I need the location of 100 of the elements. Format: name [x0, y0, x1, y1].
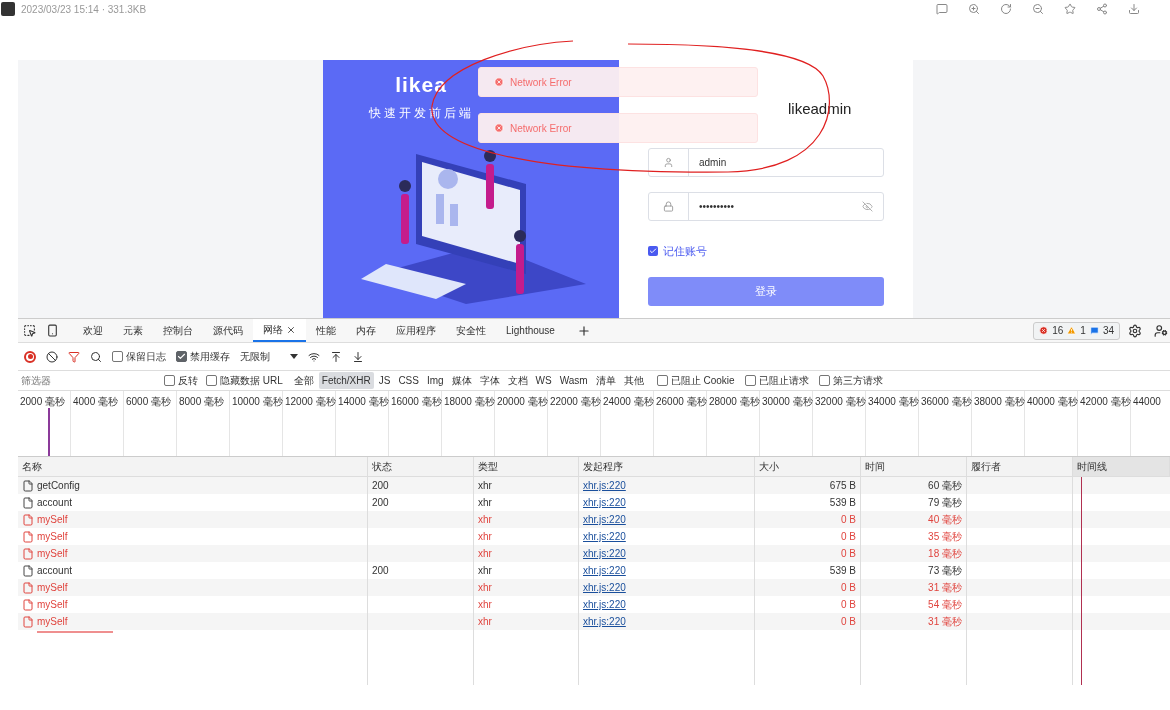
request-name[interactable]: mySelf [37, 580, 68, 595]
type-filter[interactable]: Fetch/XHR [318, 372, 374, 389]
type-filter[interactable]: WS [532, 372, 555, 389]
devtools-tab[interactable]: 元素 [113, 319, 153, 342]
column-header[interactable]: 时间 [865, 459, 885, 474]
request-name[interactable]: account [37, 563, 73, 578]
request-name[interactable]: mySelf [37, 512, 68, 527]
time-tick: 8000 毫秒 [178, 395, 226, 409]
toolbar-icon[interactable] [968, 3, 980, 15]
download-icon[interactable] [352, 350, 364, 363]
settings-icon[interactable] [1128, 323, 1142, 338]
password-field[interactable]: •••••••••• [648, 192, 884, 221]
add-tab-icon[interactable] [576, 323, 591, 338]
type-cell-text: xhr [478, 479, 492, 493]
record-icon[interactable] [24, 350, 36, 363]
column-header[interactable]: 履行者 [971, 459, 1001, 474]
checkbox[interactable] [164, 375, 175, 386]
time-tick: 22000 毫秒 [549, 395, 600, 409]
toolbar-icon[interactable] [1096, 3, 1108, 15]
toolbar-icon[interactable] [936, 3, 948, 15]
column-header[interactable]: 大小 [759, 459, 779, 474]
devtools-tab[interactable]: 控制台 [153, 319, 203, 342]
size-cell-text: 675 B [829, 479, 856, 493]
toolbar-icon[interactable] [1128, 3, 1140, 15]
checkbox[interactable] [744, 375, 756, 386]
checkbox[interactable] [656, 375, 668, 386]
checkbox[interactable] [112, 351, 123, 362]
type-filter[interactable]: 媒体 [448, 372, 475, 389]
upload-icon[interactable] [330, 350, 342, 363]
size-cell-text: 0 B [841, 547, 856, 561]
column-header[interactable]: 类型 [478, 459, 498, 474]
toolbar-icon[interactable] [1000, 3, 1012, 15]
file-icon [22, 547, 34, 560]
checkbox[interactable] [206, 375, 217, 386]
clear-icon[interactable] [46, 350, 58, 363]
lock-icon [663, 201, 674, 212]
search-icon[interactable] [90, 350, 102, 363]
devtools-tab[interactable]: 网络 [253, 319, 306, 342]
initiator-link[interactable]: xhr.js:220 [583, 546, 626, 561]
type-filter[interactable]: 文档 [504, 372, 531, 389]
filter-field[interactable]: 筛选器 [18, 372, 156, 389]
close-icon[interactable] [286, 324, 296, 335]
initiator-link[interactable]: xhr.js:220 [583, 512, 626, 527]
type-filter[interactable]: 字体 [476, 372, 503, 389]
column-header[interactable]: 名称 [22, 459, 42, 474]
time-tick: 42000 毫秒 [1079, 395, 1130, 409]
initiator-link[interactable]: xhr.js:220 [583, 478, 626, 493]
user-icon [663, 157, 674, 168]
type-filter[interactable]: Wasm [556, 372, 591, 389]
remember-checkbox[interactable] [648, 246, 658, 257]
devtools-tab[interactable]: 内存 [346, 319, 386, 342]
initiator-link[interactable]: xhr.js:220 [583, 614, 626, 629]
initiator-link[interactable]: xhr.js:220 [583, 495, 626, 510]
size-cell-text: 0 B [841, 581, 856, 595]
request-name[interactable]: getConfig [37, 478, 80, 493]
time-cell-text: 31 毫秒 [928, 581, 962, 595]
time-tick: 10000 毫秒 [231, 395, 282, 409]
initiator-link[interactable]: xhr.js:220 [583, 563, 626, 578]
type-filter[interactable]: CSS [395, 372, 422, 389]
request-name[interactable]: mySelf [37, 597, 68, 612]
filter-icon[interactable] [68, 350, 80, 363]
column-header[interactable]: 发起程序 [583, 459, 623, 474]
type-filter[interactable]: JS [375, 372, 394, 389]
toolbar-icon[interactable] [1064, 3, 1076, 15]
type-cell-text: xhr [478, 496, 492, 510]
devtools-tab[interactable]: Lighthouse [496, 319, 565, 342]
request-name[interactable]: account [37, 495, 73, 510]
request-name[interactable]: mySelf [37, 546, 68, 561]
timeline-marker [48, 408, 50, 456]
wifi-icon[interactable] [308, 350, 320, 363]
time-tick: 12000 毫秒 [284, 395, 335, 409]
status-cell-text: 200 [372, 564, 389, 578]
initiator-link[interactable]: xhr.js:220 [583, 529, 626, 544]
time-cell-text: 54 毫秒 [928, 598, 962, 612]
account-icon[interactable] [1154, 323, 1168, 338]
type-filter[interactable]: 清单 [592, 372, 619, 389]
device-icon[interactable] [46, 324, 59, 337]
toolbar-icon[interactable] [1032, 3, 1044, 15]
column-header[interactable]: 状态 [372, 459, 392, 474]
time-tick: 26000 毫秒 [655, 395, 706, 409]
devtools-tab[interactable]: 欢迎 [73, 319, 113, 342]
checkbox-label: 已阻止 Cookie [670, 374, 735, 388]
issue-counter[interactable]: 16 1 34 [1033, 321, 1120, 340]
initiator-link[interactable]: xhr.js:220 [583, 597, 626, 612]
request-name[interactable]: mySelf [37, 614, 68, 629]
devtools-tab[interactable]: 性能 [306, 319, 346, 342]
type-cell-text: xhr [478, 598, 492, 612]
devtools-tab[interactable]: 安全性 [446, 319, 496, 342]
devtools-tab[interactable]: 源代码 [203, 319, 253, 342]
inspect-icon[interactable] [23, 324, 36, 337]
checkbox[interactable] [818, 375, 830, 386]
throttle-dropdown[interactable]: 无限制 [240, 349, 298, 364]
username-field[interactable]: admin [648, 148, 884, 177]
type-filter[interactable]: Img [423, 372, 447, 389]
request-name[interactable]: mySelf [37, 529, 68, 544]
type-filter[interactable]: 其他 [620, 372, 647, 389]
devtools-tab[interactable]: 应用程序 [386, 319, 446, 342]
type-filter[interactable]: 全部 [290, 372, 317, 389]
checkbox[interactable] [176, 351, 187, 362]
initiator-link[interactable]: xhr.js:220 [583, 580, 626, 595]
